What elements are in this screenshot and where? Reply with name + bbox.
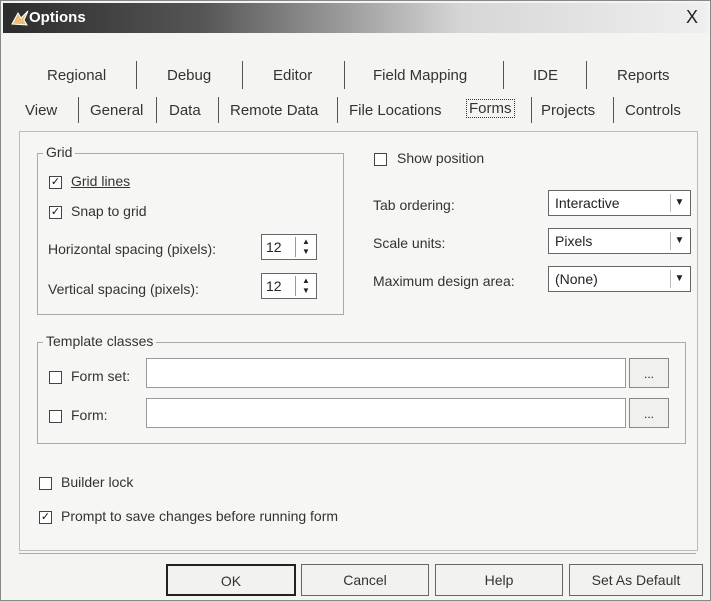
spinner-arrows-icon[interactable]: ▲ ▼ bbox=[295, 276, 316, 296]
close-button[interactable]: X bbox=[681, 7, 703, 27]
tab-divider bbox=[242, 61, 243, 89]
maximum-design-area-label: Maximum design area: bbox=[373, 273, 515, 289]
horizontal-spacing-label: Horizontal spacing (pixels): bbox=[48, 241, 217, 257]
tab-editor[interactable]: Editor bbox=[273, 67, 312, 84]
form-set-browse-button[interactable]: ... bbox=[629, 358, 669, 388]
tab-divider bbox=[503, 61, 504, 89]
form-checkbox[interactable] bbox=[49, 410, 62, 423]
tab-ordering-select[interactable]: Interactive ▼ bbox=[548, 190, 691, 216]
scale-units-value: Pixels bbox=[555, 233, 593, 249]
form-browse-button[interactable]: ... bbox=[629, 398, 669, 428]
tab-file-locations[interactable]: File Locations bbox=[349, 102, 442, 119]
template-classes-legend: Template classes bbox=[43, 333, 157, 349]
tab-projects[interactable]: Projects bbox=[541, 102, 595, 119]
chevron-down-icon[interactable]: ▼ bbox=[670, 194, 688, 212]
tab-ordering-label: Tab ordering: bbox=[373, 197, 455, 213]
tab-general[interactable]: General bbox=[90, 102, 143, 119]
show-position-checkbox[interactable] bbox=[374, 153, 387, 166]
grid-lines-label: Grid lines bbox=[71, 173, 131, 189]
scale-units-label: Scale units: bbox=[373, 235, 446, 251]
tab-divider bbox=[586, 61, 587, 89]
tab-data[interactable]: Data bbox=[169, 102, 201, 119]
tab-view[interactable]: View bbox=[25, 102, 57, 119]
vertical-spacing-label: Vertical spacing (pixels): bbox=[48, 281, 199, 297]
tab-field-mapping[interactable]: Field Mapping bbox=[373, 67, 467, 84]
builder-lock-label: Builder lock bbox=[61, 474, 134, 490]
form-field[interactable] bbox=[146, 398, 626, 428]
chevron-down-icon[interactable]: ▼ bbox=[670, 270, 688, 288]
horizontal-spacing-spinner[interactable]: 12 ▲ ▼ bbox=[261, 234, 317, 260]
title-bar: Options bbox=[3, 3, 708, 33]
chevron-down-icon[interactable]: ▼ bbox=[670, 232, 688, 250]
ok-button[interactable]: OK bbox=[166, 564, 296, 596]
tab-ordering-value: Interactive bbox=[555, 195, 620, 211]
form-set-checkbox[interactable] bbox=[49, 371, 62, 384]
tab-divider bbox=[136, 61, 137, 89]
divider bbox=[19, 553, 696, 554]
vertical-spacing-spinner[interactable]: 12 ▲ ▼ bbox=[261, 273, 317, 299]
tab-remote-data[interactable]: Remote Data bbox=[230, 102, 318, 119]
maximum-design-area-value: (None) bbox=[555, 271, 598, 287]
show-position-label: Show position bbox=[397, 150, 485, 166]
scale-units-select[interactable]: Pixels ▼ bbox=[548, 228, 691, 254]
tab-divider bbox=[156, 97, 157, 123]
spinner-arrows-icon[interactable]: ▲ ▼ bbox=[295, 237, 316, 257]
prompt-save-label: Prompt to save changes before running fo… bbox=[61, 508, 339, 524]
tab-divider bbox=[218, 97, 219, 123]
form-set-field[interactable] bbox=[146, 358, 626, 388]
tab-divider bbox=[531, 97, 532, 123]
horizontal-spacing-value: 12 bbox=[266, 239, 282, 255]
set-as-default-button[interactable]: Set As Default bbox=[569, 564, 703, 596]
form-label: Form: bbox=[71, 407, 108, 423]
window-title: Options bbox=[29, 9, 86, 26]
tab-divider bbox=[344, 61, 345, 89]
grid-lines-checkbox[interactable]: ✓ bbox=[49, 176, 62, 189]
tab-ide[interactable]: IDE bbox=[533, 67, 558, 84]
tab-regional[interactable]: Regional bbox=[47, 67, 106, 84]
snap-to-grid-checkbox[interactable]: ✓ bbox=[49, 206, 62, 219]
tab-divider bbox=[337, 97, 338, 123]
tab-reports[interactable]: Reports bbox=[617, 67, 670, 84]
grid-legend: Grid bbox=[43, 144, 76, 160]
vertical-spacing-value: 12 bbox=[266, 278, 282, 294]
maximum-design-area-select[interactable]: (None) ▼ bbox=[548, 266, 691, 292]
tab-forms[interactable]: Forms bbox=[466, 99, 515, 118]
tab-controls[interactable]: Controls bbox=[625, 102, 681, 119]
help-button[interactable]: Help bbox=[435, 564, 563, 596]
snap-to-grid-label: Snap to grid bbox=[71, 203, 147, 219]
tab-divider bbox=[613, 97, 614, 123]
builder-lock-checkbox[interactable] bbox=[39, 477, 52, 490]
form-set-label: Form set: bbox=[71, 368, 131, 384]
cancel-button[interactable]: Cancel bbox=[301, 564, 429, 596]
tab-divider bbox=[78, 97, 79, 123]
options-dialog: Options X Regional Debug Editor Field Ma… bbox=[0, 0, 711, 601]
tab-debug[interactable]: Debug bbox=[167, 67, 211, 84]
prompt-save-checkbox[interactable]: ✓ bbox=[39, 511, 52, 524]
fox-icon bbox=[11, 10, 29, 26]
